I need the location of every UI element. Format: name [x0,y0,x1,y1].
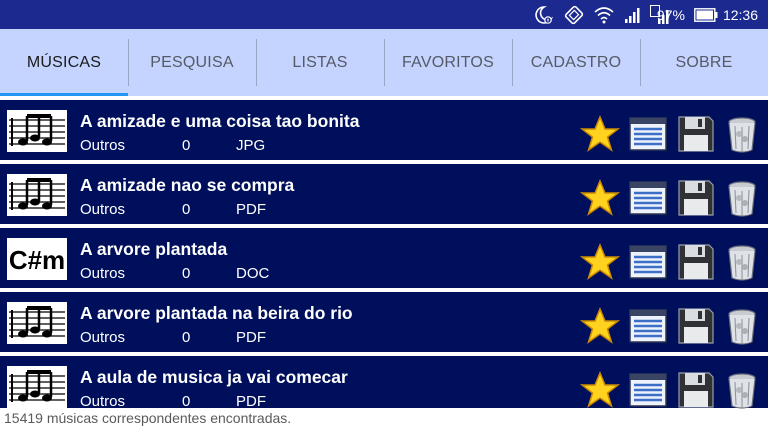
sheet-music-icon [7,366,67,408]
list-view-icon[interactable] [628,114,668,154]
tab-sobre[interactable]: SOBRE [640,29,768,96]
list-item[interactable]: A arvore plantada na beira do rio Outros… [0,292,768,352]
floppy-save-icon[interactable] [676,242,716,282]
song-count: 0 [182,393,191,410]
battery-percent: 97% [656,6,685,23]
song-count: 0 [182,265,191,282]
song-file-type: PDF [236,329,266,346]
trash-bin-icon[interactable] [722,114,762,154]
floppy-save-icon[interactable] [676,178,716,218]
song-title: A amizade e uma coisa tao bonita [80,111,360,131]
trash-bin-icon[interactable] [722,306,762,346]
song-file-type: PDF [236,201,266,218]
trash-bin-icon[interactable] [722,242,762,282]
star-icon[interactable] [579,242,621,282]
battery-icon [694,7,718,22]
trash-bin-icon[interactable] [722,178,762,218]
sheet-music-icon [7,302,67,344]
tab-pesquisa[interactable]: PESQUISA [128,29,256,96]
star-icon[interactable] [579,178,621,218]
sheet-music-icon [7,110,67,152]
list-view-icon[interactable] [628,242,668,282]
list-view-icon[interactable] [628,306,668,346]
tab-listas[interactable]: LISTAS [256,29,384,96]
song-file-type: JPG [236,137,266,154]
song-list: A amizade e uma coisa tao bonita Outros … [0,96,768,410]
clock: 12:36 [722,6,758,23]
song-category: Outros [80,201,126,218]
song-file-type: DOC [236,265,270,282]
song-file-type: PDF [236,393,266,410]
star-icon[interactable] [579,306,621,346]
song-count: 0 [182,201,191,218]
floppy-save-icon[interactable] [676,306,716,346]
song-title: A aula de musica ja vai comecar [80,367,348,387]
song-category: Outros [80,329,126,346]
list-view-icon[interactable] [628,178,668,218]
floppy-save-icon[interactable] [676,114,716,154]
song-count: 0 [182,329,191,346]
tab-bar: MÚSICAS PESQUISA LISTAS FAVORITOS CADAST… [0,29,768,96]
song-category: Outros [80,265,126,282]
song-title: A arvore plantada [80,239,228,259]
sheet-music-icon [7,174,67,216]
list-item[interactable]: A amizade e uma coisa tao bonita Outros … [0,100,768,160]
song-count: 0 [182,137,191,154]
song-title: A amizade nao se compra [80,175,295,195]
star-icon[interactable] [579,114,621,154]
list-item[interactable]: C#m A arvore plantada Outros 0 DOC [0,228,768,288]
tab-cadastro[interactable]: CADASTRO [512,29,640,96]
list-view-icon[interactable] [628,370,668,410]
tab-musicas[interactable]: MÚSICAS [0,29,128,96]
floppy-save-icon[interactable] [676,370,716,410]
chord-icon-text: C#m [9,245,65,275]
trash-bin-icon[interactable] [722,370,762,410]
tab-favoritos[interactable]: FAVORITOS [384,29,512,96]
song-category: Outros [80,137,126,154]
signal-1-icon [623,6,641,24]
chord-icon: C#m [7,238,67,280]
do-not-disturb-moon-icon [532,5,554,25]
status-bar: 97% 12:36 [0,0,768,29]
list-item[interactable]: A aula de musica ja vai comecar Outros 0… [0,356,768,410]
wifi-icon [594,6,614,24]
song-category: Outros [80,393,126,410]
list-item[interactable]: A amizade nao se compra Outros 0 PDF [0,164,768,224]
results-count: 15419 músicas correspondentes encontrada… [4,410,292,426]
rotation-lock-icon [563,5,585,25]
star-icon[interactable] [579,370,621,410]
song-title: A arvore plantada na beira do rio [80,303,353,323]
